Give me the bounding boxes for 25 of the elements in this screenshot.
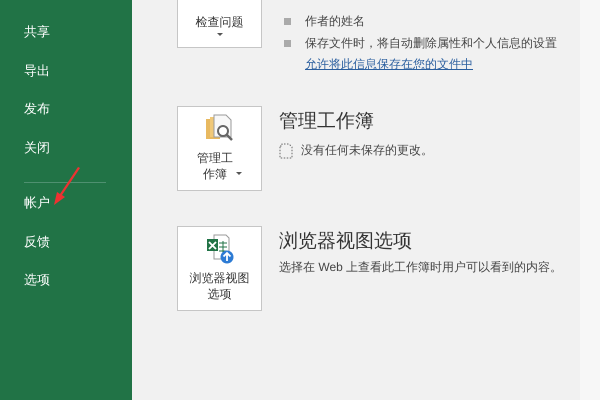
settings-link[interactable]: 允许将此信息保存在您的文件中 (305, 56, 557, 73)
action-button[interactable]: 检查问题 (177, 0, 262, 48)
action-button[interactable]: 管理工 作簿 (177, 106, 262, 191)
button-label: 管理工 作簿 (197, 150, 233, 182)
bullet-icon (284, 18, 291, 24)
button-label: 检查问题 (196, 14, 244, 30)
bullet-icon (284, 40, 291, 46)
sidebar-item[interactable]: 发布 (0, 99, 132, 138)
status-note: 没有任何未保存的更改。 (301, 142, 433, 159)
action-button[interactable]: 浏览器视图 选项 (177, 226, 262, 311)
bullet-text: 作者的姓名 (305, 12, 365, 30)
sidebar-item[interactable]: 导出 (0, 60, 132, 99)
document-icon (279, 142, 293, 158)
caret-icon (216, 33, 222, 37)
sidebar-item[interactable]: 关闭 (0, 138, 132, 176)
sidebar-item[interactable]: 选项 (0, 270, 132, 308)
caret-icon (236, 172, 242, 176)
button-label: 浏览器视图 选项 (190, 270, 250, 302)
section-title: 浏览器视图选项 (279, 230, 413, 254)
section-description: 选择在 Web 上查看此工作簿时用户可以看到的内容。 (279, 259, 562, 276)
bullet-text: 保存文件时，将自动删除属性和个人信息的设置 (305, 34, 557, 52)
section-title: 管理工作簿 (279, 110, 375, 134)
sidebar-item[interactable]: 共享 (0, 22, 132, 60)
sidebar-item[interactable]: 帐户 (0, 193, 132, 232)
sidebar-item[interactable]: 反馈 (0, 232, 132, 270)
